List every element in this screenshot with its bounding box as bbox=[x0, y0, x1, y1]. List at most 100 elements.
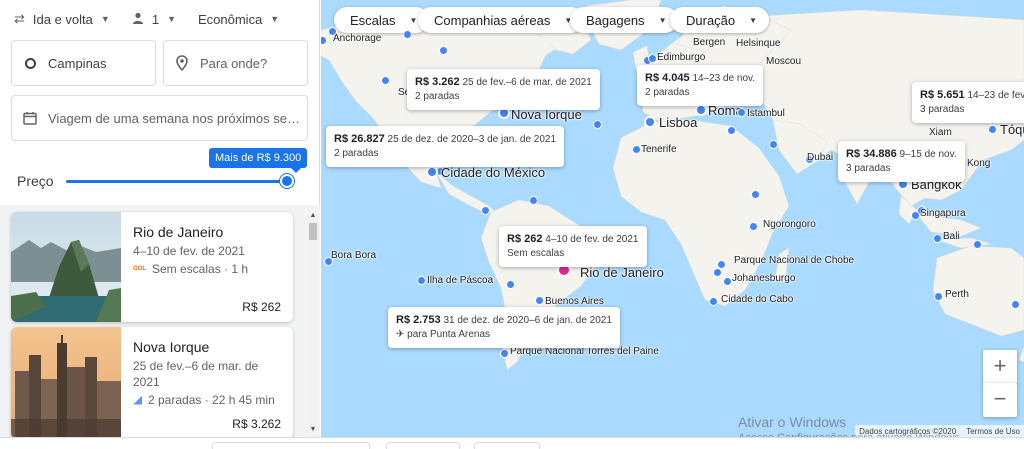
scroll-up-arrow-icon[interactable]: ▲ bbox=[308, 211, 318, 221]
chevron-down-icon: ▼ bbox=[100, 14, 110, 24]
rio-de-janeiro-photo bbox=[11, 212, 121, 322]
price-popup-nova-iorque[interactable]: R$ 3.262 25 de fev.–6 de mar. de 2021 2 … bbox=[407, 69, 600, 110]
chevron-down-icon: ▼ bbox=[409, 15, 418, 25]
destination-dot[interactable] bbox=[529, 196, 538, 205]
search-panel: ⇄ Ida e volta ▼ 1 ▼ Econômica ▼ Campinas… bbox=[0, 0, 320, 449]
destination-dot[interactable] bbox=[632, 145, 641, 154]
destination-dot[interactable] bbox=[644, 116, 656, 128]
popup-dates: 25 de dez. de 2020–3 de jan. de 2021 bbox=[387, 134, 557, 145]
popup-price: R$ 2.753 bbox=[396, 314, 441, 326]
world-map[interactable]: Escalas ▼ Companhias aéreas ▼ Bagagens ▼… bbox=[321, 0, 1024, 437]
popup-stops: Sem escalas bbox=[507, 248, 565, 259]
price-popup-roma[interactable]: R$ 4.045 14–23 de nov. 2 paradas bbox=[637, 65, 764, 106]
destination-dot[interactable] bbox=[717, 260, 726, 269]
cabin-class-select[interactable]: Econômica ▼ bbox=[198, 12, 279, 27]
windows-activation-title: Ativar o Windows bbox=[738, 414, 847, 430]
duration-filter-chip[interactable]: Duração ▼ bbox=[670, 7, 770, 33]
dates-field[interactable]: Viagem de uma semana nos próximos seis m… bbox=[11, 95, 308, 141]
plane-icon: ✈ bbox=[396, 329, 405, 340]
price-popup-toquio[interactable]: R$ 5.651 14–23 de fev. 3 paradas bbox=[912, 82, 1024, 123]
destination-dot[interactable] bbox=[381, 76, 390, 85]
price-popup-punta-arenas[interactable]: R$ 2.753 31 de dez. de 2020–6 de jan. de… bbox=[388, 307, 620, 348]
result-dates: 4–10 de fev. de 2021 bbox=[133, 244, 245, 258]
result-price: R$ 3.262 bbox=[232, 417, 281, 431]
person-icon bbox=[132, 12, 144, 27]
map-label-istambul: Istambul bbox=[747, 108, 785, 119]
destination-dot[interactable] bbox=[769, 140, 778, 149]
chevron-down-icon: ▼ bbox=[270, 14, 280, 24]
map-label-chobe: Parque Nacional de Chobe bbox=[734, 255, 855, 266]
destination-dot[interactable] bbox=[506, 280, 515, 289]
passengers-select[interactable]: 1 ▼ bbox=[132, 12, 176, 27]
map-label-bergen: Bergen bbox=[693, 37, 726, 48]
price-slider-track[interactable] bbox=[66, 180, 288, 183]
destination-dot[interactable] bbox=[403, 30, 412, 39]
destination-dot[interactable] bbox=[751, 190, 760, 199]
origin-field[interactable]: Campinas bbox=[11, 40, 156, 86]
map-label-buenos-aires: Buenos Aires bbox=[545, 296, 604, 307]
bags-filter-chip[interactable]: Bagagens ▼ bbox=[570, 7, 679, 33]
destination-dot[interactable] bbox=[648, 54, 657, 63]
passengers-count: 1 bbox=[151, 11, 160, 27]
result-card-rio[interactable]: Rio de Janeiro 4–10 de fev. de 2021 GOL … bbox=[11, 212, 293, 322]
result-card-nova-iorque[interactable]: Nova Iorque 25 de fev.–6 de mar. de 2021… bbox=[11, 327, 293, 437]
map-label-xiam: Xiam bbox=[929, 127, 952, 138]
terms-of-use-link[interactable]: Termos de Uso bbox=[966, 427, 1020, 436]
destination-dot[interactable] bbox=[749, 222, 758, 231]
popup-stops: 3 paradas bbox=[846, 163, 891, 174]
map-label-moscou: Moscou bbox=[766, 56, 802, 67]
result-price: R$ 262 bbox=[242, 300, 281, 314]
origin-ring-icon bbox=[12, 57, 48, 69]
location-pin-icon bbox=[164, 55, 200, 71]
trip-type-select[interactable]: ⇄ Ida e volta ▼ bbox=[14, 11, 110, 27]
price-popup-bangkok[interactable]: R$ 34.886 9–15 de nov. 3 paradas bbox=[838, 141, 965, 182]
price-popup-rio-de-janeiro[interactable]: R$ 262 4–10 de fev. de 2021 Sem escalas bbox=[499, 226, 647, 267]
destination-dot[interactable] bbox=[439, 46, 448, 55]
popup-price: R$ 4.045 bbox=[645, 72, 690, 84]
stops-filter-label: Escalas bbox=[350, 12, 396, 28]
destination-dot[interactable] bbox=[481, 206, 490, 215]
result-dates-line2: 2021 bbox=[133, 375, 160, 389]
popup-price: R$ 26.827 bbox=[334, 133, 385, 145]
zoom-in-button[interactable]: + bbox=[983, 350, 1017, 384]
destination-dot[interactable] bbox=[933, 234, 942, 243]
destination-dot[interactable] bbox=[723, 277, 732, 286]
map-label-lisboa: Lisboa bbox=[659, 115, 698, 130]
bottom-button[interactable] bbox=[212, 442, 370, 449]
destination-dot[interactable] bbox=[973, 240, 982, 249]
price-slider-thumb[interactable] bbox=[280, 174, 294, 188]
stops-filter-chip[interactable]: Escalas ▼ bbox=[334, 7, 430, 33]
bottom-button[interactable] bbox=[474, 442, 540, 449]
destination-field[interactable]: Para onde? bbox=[163, 40, 308, 86]
results-scrollbar[interactable]: ▲ ▼ bbox=[308, 211, 318, 435]
zoom-out-button[interactable]: − bbox=[983, 383, 1017, 417]
map-label-joanesburgo: Johanesburgo bbox=[732, 273, 796, 284]
destination-dot[interactable] bbox=[713, 268, 722, 277]
airline-logo-icon bbox=[133, 395, 142, 405]
airlines-filter-chip[interactable]: Companhias aéreas ▼ bbox=[418, 7, 585, 33]
destination-dot[interactable] bbox=[535, 296, 544, 305]
destination-dot[interactable] bbox=[500, 349, 509, 358]
destination-dot[interactable] bbox=[727, 126, 736, 135]
scroll-down-arrow-icon[interactable]: ▼ bbox=[308, 425, 318, 435]
airline-logo-icon: GOL bbox=[133, 266, 146, 272]
destination-dot[interactable] bbox=[417, 276, 426, 285]
destination-dot[interactable] bbox=[988, 125, 997, 134]
scrollbar-thumb[interactable] bbox=[309, 223, 317, 240]
destination-dot[interactable] bbox=[709, 297, 718, 306]
bottom-button[interactable] bbox=[386, 442, 460, 449]
map-label-singapura: Singapura bbox=[920, 208, 966, 219]
trip-options-row: ⇄ Ida e volta ▼ 1 ▼ Econômica ▼ bbox=[14, 8, 301, 30]
nova-iorque-photo bbox=[11, 327, 121, 437]
destination-dot[interactable] bbox=[934, 292, 943, 301]
price-popup-cidade-do-mexico[interactable]: R$ 26.827 25 de dez. de 2020–3 de jan. d… bbox=[326, 126, 565, 167]
result-city: Nova Iorque bbox=[133, 339, 210, 355]
destination-dot[interactable] bbox=[911, 211, 920, 220]
destination-dot[interactable] bbox=[426, 166, 438, 178]
dates-value: Viagem de uma semana nos próximos seis m… bbox=[48, 110, 300, 126]
trip-type-label: Ida e volta bbox=[32, 11, 93, 27]
destination-dot[interactable] bbox=[737, 108, 746, 117]
destination-dot[interactable] bbox=[1011, 300, 1020, 309]
destination-dot[interactable] bbox=[593, 120, 602, 129]
calendar-icon bbox=[12, 111, 48, 125]
